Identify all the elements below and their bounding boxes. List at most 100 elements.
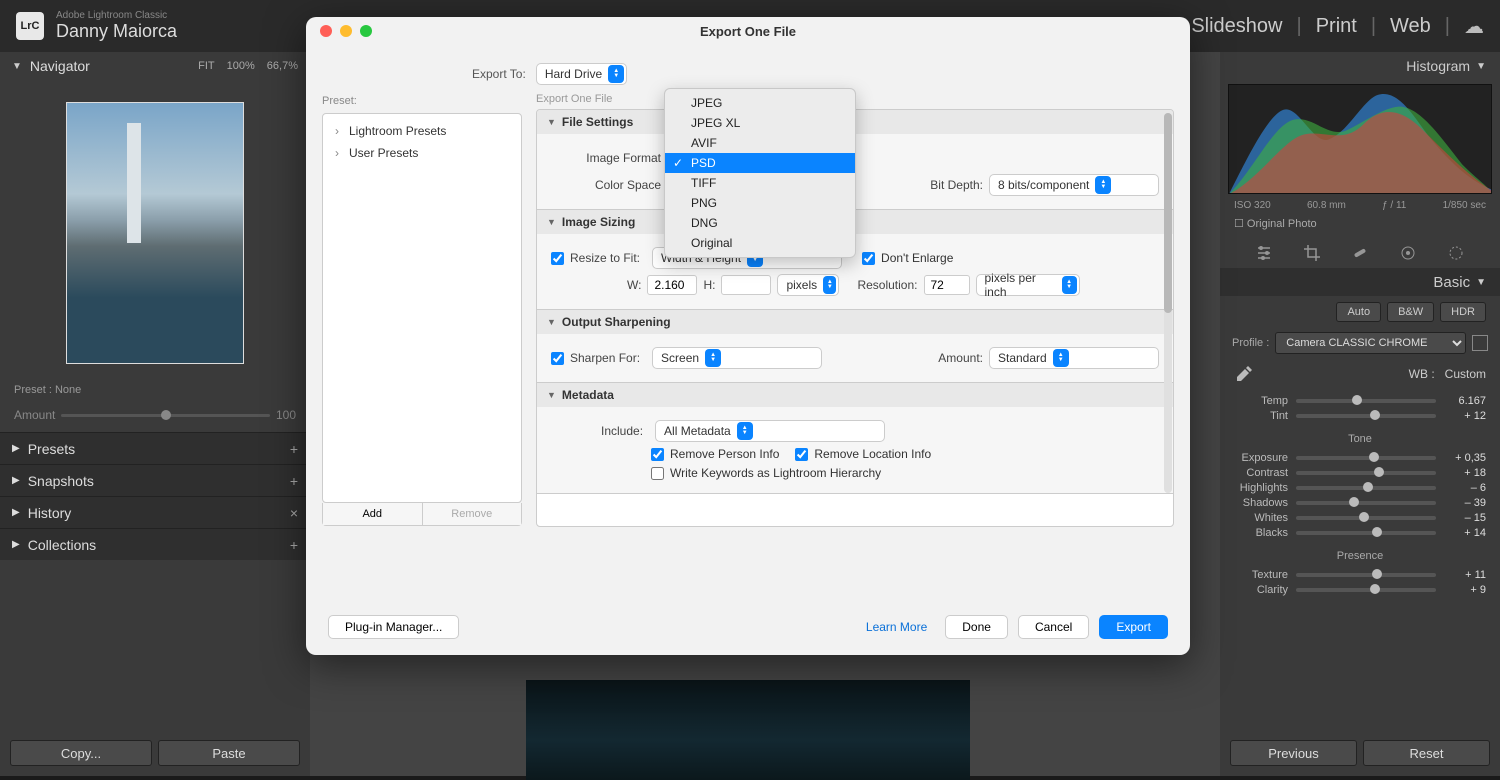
profile-select[interactable]: Camera CLASSIC CHROME [1275, 332, 1466, 354]
radial-icon[interactable] [1447, 244, 1465, 262]
keywords-hierarchy-label: Write Keywords as Lightroom Hierarchy [670, 466, 881, 480]
shadows-slider[interactable] [1296, 501, 1436, 505]
histogram-chart[interactable] [1228, 84, 1492, 194]
dont-enlarge-checkbox[interactable] [862, 252, 875, 265]
section-presets[interactable]: ▶Presets+ [0, 432, 310, 464]
remove-location-checkbox[interactable] [795, 448, 808, 461]
contrast-value[interactable]: + 18 [1444, 467, 1486, 479]
format-option-tiff[interactable]: TIFF [665, 173, 855, 193]
paste-button[interactable]: Paste [158, 740, 300, 766]
bw-button[interactable]: B&W [1387, 302, 1434, 322]
eyedropper-icon[interactable] [1234, 364, 1254, 384]
nav-slideshow[interactable]: Slideshow [1191, 15, 1282, 38]
auto-button[interactable]: Auto [1336, 302, 1381, 322]
add-preset-icon[interactable]: + [290, 441, 298, 457]
height-input[interactable] [721, 275, 771, 295]
cancel-button[interactable]: Cancel [1018, 615, 1089, 639]
heal-icon[interactable] [1351, 244, 1369, 262]
exposure-slider[interactable] [1296, 456, 1436, 460]
preset-list[interactable]: Lightroom Presets User Presets [322, 113, 522, 503]
remove-person-checkbox[interactable] [651, 448, 664, 461]
sharpen-for-select[interactable]: Screen▲▼ [652, 347, 822, 369]
section-header[interactable]: ▼Metadata [537, 383, 1173, 407]
hdr-button[interactable]: HDR [1440, 302, 1486, 322]
format-option-original[interactable]: Original [665, 233, 855, 253]
sharpen-amount-select[interactable]: Standard▲▼ [989, 347, 1159, 369]
contrast-slider[interactable] [1296, 471, 1436, 475]
texture-slider[interactable] [1296, 573, 1436, 577]
navigator-header[interactable]: ▼ Navigator FIT 100% 66,7% [0, 52, 310, 80]
scrollbar-thumb[interactable] [1164, 113, 1172, 313]
add-collection-icon[interactable]: + [290, 537, 298, 553]
format-option-jpegxl[interactable]: JPEG XL [665, 113, 855, 133]
export-button[interactable]: Export [1099, 615, 1168, 639]
profile-browser-icon[interactable] [1472, 335, 1488, 351]
done-button[interactable]: Done [945, 615, 1008, 639]
format-option-jpeg[interactable]: JPEG [665, 93, 855, 113]
plugin-manager-button[interactable]: Plug-in Manager... [328, 615, 459, 639]
crop-icon[interactable] [1303, 244, 1321, 262]
mask-icon[interactable] [1399, 244, 1417, 262]
section-header[interactable]: ▼Output Sharpening [537, 310, 1173, 334]
preset-folder[interactable]: Lightroom Presets [329, 120, 515, 142]
amount-slider[interactable] [61, 414, 270, 417]
blacks-value[interactable]: + 14 [1444, 527, 1486, 539]
remove-preset-button: Remove [423, 503, 522, 525]
previous-button[interactable]: Previous [1230, 740, 1357, 766]
exposure-value[interactable]: + 0,35 [1444, 452, 1486, 464]
format-option-png[interactable]: PNG [665, 193, 855, 213]
include-select[interactable]: All Metadata▲▼ [655, 420, 885, 442]
zoom-667[interactable]: 66,7% [267, 60, 298, 72]
aperture-value: ƒ / 11 [1382, 200, 1406, 211]
temp-value[interactable]: 6.167 [1444, 395, 1486, 407]
highlights-slider[interactable] [1296, 486, 1436, 490]
export-to-select[interactable]: Hard Drive▲▼ [536, 63, 627, 85]
resolution-unit-select[interactable]: pixels per inch▲▼ [976, 274, 1080, 296]
whites-slider[interactable] [1296, 516, 1436, 520]
section-history[interactable]: ▶History× [0, 496, 310, 528]
keywords-hierarchy-checkbox[interactable] [651, 467, 664, 480]
blacks-slider[interactable] [1296, 531, 1436, 535]
wb-value[interactable]: Custom [1445, 367, 1486, 381]
format-option-psd[interactable]: PSD [665, 153, 855, 173]
zoom-fit[interactable]: FIT [198, 60, 215, 72]
dimension-unit-select[interactable]: pixels▲▼ [777, 274, 839, 296]
format-option-dng[interactable]: DNG [665, 213, 855, 233]
highlights-value[interactable]: – 6 [1444, 482, 1486, 494]
bit-depth-select[interactable]: 8 bits/component▲▼ [989, 174, 1159, 196]
image-format-dropdown[interactable]: JPEG JPEG XL AVIF PSD TIFF PNG DNG Origi… [664, 88, 856, 258]
tint-value[interactable]: + 12 [1444, 410, 1486, 422]
nav-web[interactable]: Web [1390, 15, 1431, 38]
whites-value[interactable]: – 15 [1444, 512, 1486, 524]
clarity-value[interactable]: + 9 [1444, 584, 1486, 596]
section-collections[interactable]: ▶Collections+ [0, 528, 310, 560]
cloud-sync-icon[interactable]: ☁ [1464, 14, 1484, 39]
nav-print[interactable]: Print [1316, 15, 1357, 38]
resize-checkbox[interactable] [551, 252, 564, 265]
clear-history-icon[interactable]: × [290, 505, 298, 521]
histogram-header[interactable]: Histogram ▼ [1220, 52, 1500, 80]
width-input[interactable] [647, 275, 697, 295]
basic-panel-header[interactable]: Basic ▼ [1220, 268, 1500, 296]
clarity-slider[interactable] [1296, 588, 1436, 592]
shadows-value[interactable]: – 39 [1444, 497, 1486, 509]
add-snapshot-icon[interactable]: + [290, 473, 298, 489]
format-option-avif[interactable]: AVIF [665, 133, 855, 153]
add-preset-button[interactable]: Add [323, 503, 423, 525]
section-snapshots[interactable]: ▶Snapshots+ [0, 464, 310, 496]
temp-slider[interactable] [1296, 399, 1436, 403]
edit-icon[interactable] [1255, 244, 1273, 262]
select-chevron-icon: ▲▼ [737, 422, 753, 440]
sections-scrollbar[interactable] [1164, 113, 1172, 493]
copy-button[interactable]: Copy... [10, 740, 152, 766]
texture-value[interactable]: + 11 [1444, 569, 1486, 581]
learn-more-link[interactable]: Learn More [866, 620, 927, 634]
navigator-preview[interactable] [66, 102, 244, 364]
resolution-input[interactable] [924, 275, 970, 295]
disclosure-triangle-icon: ▼ [547, 217, 556, 227]
preset-folder[interactable]: User Presets [329, 142, 515, 164]
zoom-100[interactable]: 100% [227, 60, 255, 72]
reset-button[interactable]: Reset [1363, 740, 1490, 766]
tint-slider[interactable] [1296, 414, 1436, 418]
sharpen-checkbox[interactable] [551, 352, 564, 365]
